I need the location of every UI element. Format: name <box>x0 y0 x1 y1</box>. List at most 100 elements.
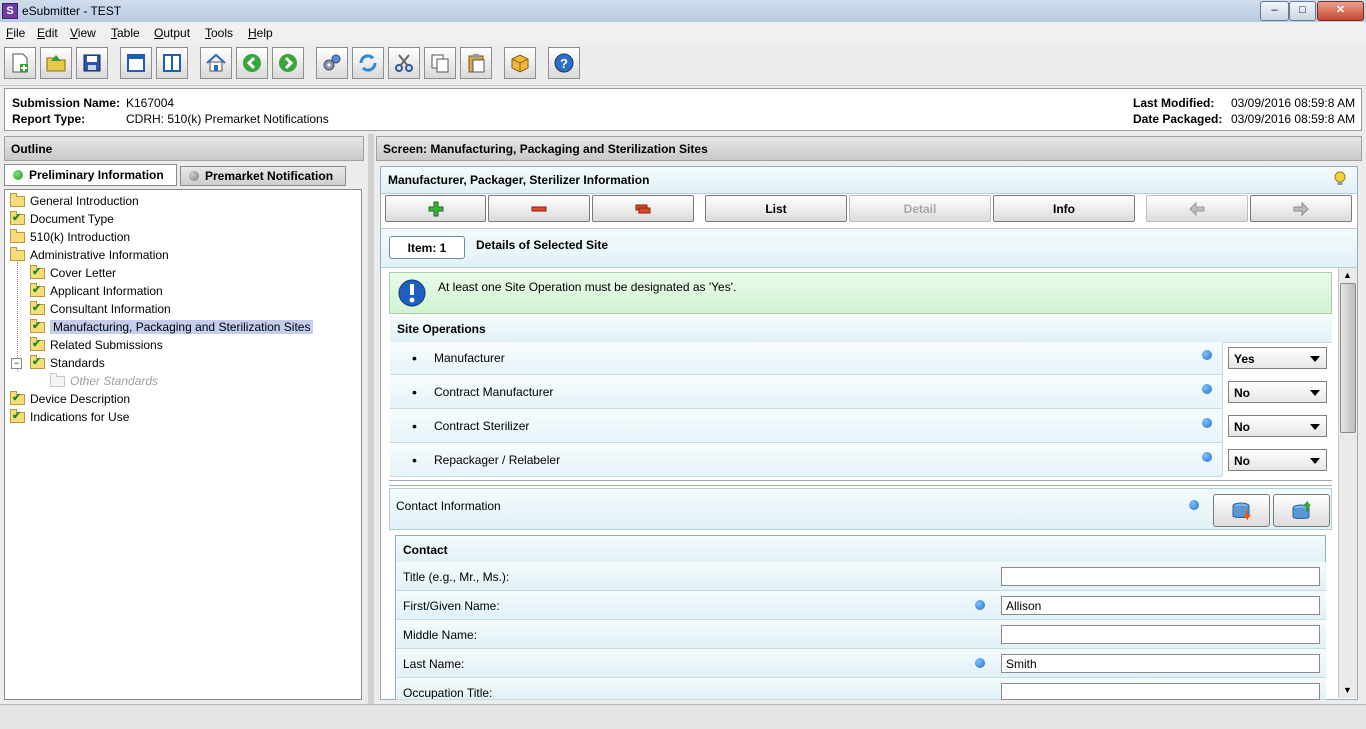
menu-tools[interactable]: Tools <box>205 26 233 40</box>
home-button[interactable] <box>200 47 232 79</box>
menu-file[interactable]: File <box>6 26 25 40</box>
collapse-toggle[interactable]: − <box>11 358 22 369</box>
copy-button[interactable] <box>424 47 456 79</box>
site-op-row: • Contract Sterilizer <box>390 410 1222 443</box>
remove-button[interactable] <box>488 195 590 222</box>
tree-item-consultant-information[interactable]: Consultant Information <box>30 300 171 318</box>
info-button[interactable]: Info <box>993 195 1135 222</box>
checked-folder-icon <box>30 354 45 369</box>
last-modified-value: 03/09/2016 08:59:8 AM <box>1231 96 1356 110</box>
folder-icon <box>10 192 25 207</box>
site-op-label: Repackager / Relabeler <box>434 453 561 467</box>
database-import-icon <box>1232 502 1251 520</box>
tree-item-standards[interactable]: Standards <box>30 354 105 372</box>
occupation-title-input[interactable] <box>1001 683 1320 700</box>
status-dot-icon <box>13 170 23 180</box>
next-button[interactable] <box>1250 195 1352 222</box>
settings-button[interactable] <box>316 47 348 79</box>
tree-item-manufacturing-sites[interactable]: Manufacturing, Packaging and Sterilizati… <box>30 318 314 336</box>
first-name-input[interactable]: Allison <box>1001 596 1320 615</box>
tree-item-510k-introduction[interactable]: 510(k) Introduction <box>10 228 130 246</box>
site-op-label: Contract Manufacturer <box>434 385 554 399</box>
menu-table[interactable]: Table <box>111 26 140 40</box>
folder-icon <box>10 228 25 243</box>
contract-manufacturer-select[interactable]: No <box>1228 381 1327 403</box>
tree-item-label: Related Submissions <box>50 338 163 352</box>
menu-output[interactable]: Output <box>154 26 190 40</box>
new-document-button[interactable] <box>4 47 36 79</box>
checked-folder-icon <box>10 390 25 405</box>
field-label: Middle Name: <box>403 628 478 642</box>
title-input[interactable] <box>1001 567 1320 586</box>
required-indicator-icon <box>1202 350 1212 360</box>
contact-header-bar <box>396 536 1325 563</box>
menu-bar: File Edit View Table Output Tools Help <box>0 22 1366 44</box>
contact-header: Contact <box>403 543 448 557</box>
scrollbar-thumb[interactable] <box>1340 283 1356 433</box>
site-op-row: • Repackager / Relabeler <box>390 444 1222 477</box>
cut-button[interactable] <box>388 47 420 79</box>
select-value: No <box>1234 386 1250 400</box>
window-single-button[interactable] <box>120 47 152 79</box>
menu-help[interactable]: Help <box>248 26 273 40</box>
tree-item-label: Manufacturing, Packaging and Sterilizati… <box>50 320 314 334</box>
tab-label: Preliminary Information <box>29 168 164 182</box>
info-icon <box>397 278 427 308</box>
window-split-button[interactable] <box>156 47 188 79</box>
tree-item-device-description[interactable]: Device Description <box>10 390 130 408</box>
gears-icon <box>323 54 341 71</box>
site-op-label: Contract Sterilizer <box>434 419 530 433</box>
select-value: No <box>1234 420 1250 434</box>
last-name-input[interactable]: Smith <box>1001 654 1320 673</box>
tree-item-label: 510(k) Introduction <box>30 230 131 244</box>
tree-item-indications-for-use[interactable]: Indications for Use <box>10 408 129 426</box>
lightbulb-icon[interactable] <box>1334 171 1346 187</box>
open-button[interactable] <box>40 47 72 79</box>
scroll-up-icon[interactable]: ▲ <box>1340 268 1355 282</box>
duplicate-button[interactable] <box>592 195 694 222</box>
tree-item-cover-letter[interactable]: Cover Letter <box>30 264 116 282</box>
tree-item-general-introduction[interactable]: General Introduction <box>10 192 139 210</box>
list-button[interactable]: List <box>705 195 847 222</box>
package-button[interactable] <box>504 47 536 79</box>
back-button[interactable] <box>236 47 268 79</box>
splitter[interactable] <box>368 134 374 704</box>
add-button[interactable] <box>385 195 486 222</box>
tree-item-administrative-information[interactable]: Administrative Information <box>10 246 169 264</box>
bullet: • <box>412 350 417 366</box>
contract-sterilizer-select[interactable]: No <box>1228 415 1327 437</box>
refresh-icon <box>359 54 377 72</box>
field-label: Occupation Title: <box>403 686 493 700</box>
repackager-select[interactable]: No <box>1228 449 1327 471</box>
tree-item-applicant-information[interactable]: Applicant Information <box>30 282 163 300</box>
paste-button[interactable] <box>460 47 492 79</box>
tab-preliminary-information[interactable]: Preliminary Information <box>4 164 177 186</box>
tree-item-document-type[interactable]: Document Type <box>10 210 114 228</box>
help-button[interactable]: ? <box>548 47 580 79</box>
tree-item-other-standards[interactable]: Other Standards <box>50 372 158 390</box>
menu-view[interactable]: View <box>70 26 96 40</box>
import-contact-button[interactable] <box>1213 494 1270 527</box>
tree-item-label: Indications for Use <box>30 410 130 424</box>
item-number-tab[interactable]: Item: 1 <box>389 236 465 259</box>
minimize-button[interactable]: – <box>1260 1 1289 21</box>
bullet: • <box>412 418 417 434</box>
folder-icon <box>10 246 25 261</box>
menu-edit[interactable]: Edit <box>37 26 58 40</box>
manufacturer-select[interactable]: Yes <box>1228 347 1327 369</box>
save-button[interactable] <box>76 47 108 79</box>
tab-label: Premarket Notification <box>205 169 334 183</box>
dropdown-arrow-icon <box>1310 356 1320 362</box>
export-contact-button[interactable] <box>1273 494 1330 527</box>
middle-name-input[interactable] <box>1001 625 1320 644</box>
forward-button[interactable] <box>272 47 304 79</box>
maximize-button[interactable]: □ <box>1289 1 1316 21</box>
close-button[interactable]: ✕ <box>1317 1 1364 21</box>
scroll-down-icon[interactable]: ▼ <box>1340 683 1355 697</box>
refresh-button[interactable] <box>352 47 384 79</box>
checked-folder-icon <box>10 408 25 423</box>
tab-premarket-notification[interactable]: Premarket Notification <box>180 166 346 186</box>
tree-item-label: Cover Letter <box>50 266 117 280</box>
tree-item-related-submissions[interactable]: Related Submissions <box>30 336 163 354</box>
required-indicator-icon <box>1202 418 1212 428</box>
